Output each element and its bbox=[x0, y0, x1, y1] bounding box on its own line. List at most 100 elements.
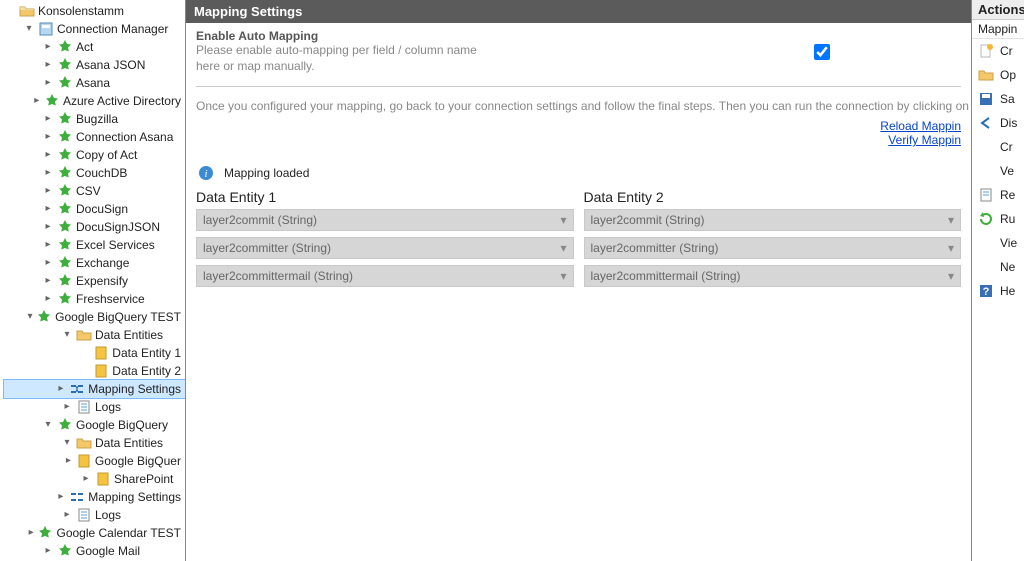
connection-icon bbox=[57, 39, 73, 55]
entity2-title: Data Entity 2 bbox=[584, 189, 962, 205]
action-icon bbox=[978, 235, 994, 251]
action-item[interactable]: Sa bbox=[972, 87, 1024, 111]
action-icon bbox=[978, 211, 994, 227]
svg-text:?: ? bbox=[983, 286, 990, 298]
tree-label: Asana JSON bbox=[76, 58, 145, 72]
tree-item[interactable]: ▸DocuSign bbox=[4, 200, 185, 218]
action-item[interactable]: Op bbox=[972, 63, 1024, 87]
tree-connection-manager[interactable]: ▾ Connection Manager bbox=[4, 20, 185, 38]
expander-right-icon[interactable]: ▸ bbox=[42, 221, 54, 233]
action-item[interactable]: Ne bbox=[972, 255, 1024, 279]
tree-item[interactable]: ▸CSV bbox=[4, 182, 185, 200]
expander-right-icon[interactable]: ▸ bbox=[42, 113, 54, 125]
expander-right-icon[interactable]: ▸ bbox=[42, 257, 54, 269]
connection-icon bbox=[57, 237, 73, 253]
expander-down-icon[interactable]: ▾ bbox=[61, 329, 73, 341]
automap-checkbox[interactable] bbox=[814, 44, 830, 60]
actions-heading[interactable]: Mappin bbox=[972, 20, 1024, 39]
expander-right-icon[interactable]: ▸ bbox=[42, 77, 54, 89]
tree-root[interactable]: Konsolenstamm bbox=[4, 2, 185, 20]
connection-icon bbox=[57, 57, 73, 73]
expander-down-icon[interactable]: ▾ bbox=[27, 311, 33, 323]
mapping-dropdown[interactable]: layer2committermail (String)▾ bbox=[584, 265, 962, 287]
mapping-dropdown[interactable]: layer2committermail (String)▾ bbox=[196, 265, 574, 287]
tree-item-caltest[interactable]: ▸ Google Calendar TEST bbox=[4, 524, 185, 542]
action-item[interactable]: Ru bbox=[972, 207, 1024, 231]
expander-right-icon[interactable]: ▸ bbox=[42, 41, 54, 53]
tree-item[interactable]: ▸Asana bbox=[4, 74, 185, 92]
tree-item-bq-sub2[interactable]: ▸ SharePoint bbox=[4, 470, 185, 488]
expander-down-icon[interactable]: ▾ bbox=[23, 23, 35, 35]
tree-item[interactable]: ▸Copy of Act bbox=[4, 146, 185, 164]
expander-right-icon[interactable]: ▸ bbox=[42, 59, 54, 71]
verify-mapping-link[interactable]: Verify Mappin bbox=[196, 133, 961, 147]
tree-item-bq-sub1[interactable]: ▸ Google BigQuer bbox=[4, 452, 185, 470]
expander-right-icon[interactable]: ▸ bbox=[61, 401, 73, 413]
action-item[interactable]: ? He bbox=[972, 279, 1024, 303]
mapping-dropdown[interactable]: layer2committer (String)▾ bbox=[584, 237, 962, 259]
tree-item[interactable]: ▸Freshservice bbox=[4, 290, 185, 308]
tree-label: CouchDB bbox=[76, 166, 127, 180]
tree-item-entity2[interactable]: Data Entity 2 bbox=[4, 362, 185, 380]
tree-item[interactable]: ▸Act bbox=[4, 38, 185, 56]
expander-right-icon[interactable]: ▸ bbox=[80, 473, 92, 485]
expander-right-icon[interactable]: ▸ bbox=[56, 491, 67, 503]
tree-item[interactable]: ▸Expensify bbox=[4, 272, 185, 290]
tree-item[interactable]: ▸Excel Services bbox=[4, 236, 185, 254]
tree-label: Google BigQuery TEST bbox=[55, 310, 181, 324]
expander-right-icon[interactable]: ▸ bbox=[42, 545, 54, 557]
mapping-dropdown[interactable]: layer2commit (String)▾ bbox=[584, 209, 962, 231]
tree-item-bigquery[interactable]: ▾ Google BigQuery bbox=[4, 416, 185, 434]
mapping-dropdown[interactable]: layer2commit (String)▾ bbox=[196, 209, 574, 231]
tree-item-mapping-settings2[interactable]: ▸ Mapping Settings bbox=[4, 488, 185, 506]
expander-right-icon[interactable]: ▸ bbox=[61, 509, 73, 521]
reload-mapping-link[interactable]: Reload Mappin bbox=[196, 119, 961, 133]
tree-item-logs[interactable]: ▸ Logs bbox=[4, 398, 185, 416]
tree-item[interactable]: ▸DocuSignJSON bbox=[4, 218, 185, 236]
main-pane: Mapping Settings Enable Auto Mapping Ple… bbox=[185, 0, 972, 561]
expander-right-icon[interactable]: ▸ bbox=[28, 527, 35, 539]
action-item[interactable]: Vie bbox=[972, 231, 1024, 255]
expander-right-icon[interactable]: ▸ bbox=[42, 203, 54, 215]
tree-item-dataentities[interactable]: ▾ Data Entities bbox=[4, 326, 185, 344]
expander-right-icon[interactable]: ▸ bbox=[42, 131, 54, 143]
expander-right-icon[interactable]: ▸ bbox=[64, 455, 73, 467]
action-label: He bbox=[1000, 284, 1015, 298]
action-item[interactable]: Re bbox=[972, 183, 1024, 207]
nav-tree: Konsolenstamm ▾ Connection Manager ▸Act▸… bbox=[0, 0, 185, 561]
action-icon bbox=[978, 91, 994, 107]
tree-item-bqtest[interactable]: ▾ Google BigQuery TEST bbox=[4, 308, 185, 326]
tree-item-logs2[interactable]: ▸ Logs bbox=[4, 506, 185, 524]
expander-right-icon[interactable]: ▸ bbox=[42, 185, 54, 197]
action-item[interactable]: Ve bbox=[972, 159, 1024, 183]
action-item[interactable]: Cr bbox=[972, 135, 1024, 159]
chevron-down-icon: ▾ bbox=[560, 241, 566, 255]
tree-item-gmail[interactable]: ▸ Google Mail bbox=[4, 542, 185, 560]
expander-right-icon[interactable]: ▸ bbox=[42, 149, 54, 161]
action-item[interactable]: Dis bbox=[972, 111, 1024, 135]
tree-label: Data Entity 1 bbox=[112, 346, 181, 360]
expander-right-icon[interactable]: ▸ bbox=[33, 95, 41, 107]
expander-down-icon[interactable]: ▾ bbox=[61, 437, 73, 449]
expander-right-icon[interactable]: ▸ bbox=[42, 293, 54, 305]
mapping-dropdown[interactable]: layer2committer (String)▾ bbox=[196, 237, 574, 259]
connection-icon bbox=[57, 255, 73, 271]
tree-item[interactable]: ▸ Asana JSON bbox=[4, 56, 185, 74]
tree-item[interactable]: ▸Bugzilla bbox=[4, 110, 185, 128]
entity1-title: Data Entity 1 bbox=[196, 189, 574, 205]
action-icon bbox=[978, 43, 994, 59]
tree-item[interactable]: ▸Azure Active Directory bbox=[4, 92, 185, 110]
tree-item[interactable]: ▸Exchange bbox=[4, 254, 185, 272]
expander-right-icon[interactable]: ▸ bbox=[42, 167, 54, 179]
tree-item-mapping-settings[interactable]: ▸ Mapping Settings bbox=[4, 380, 185, 398]
expander-right-icon[interactable]: ▸ bbox=[42, 239, 54, 251]
tree-item-entity1[interactable]: Data Entity 1 bbox=[4, 344, 185, 362]
expander-right-icon[interactable]: ▸ bbox=[42, 275, 54, 287]
expander-right-icon[interactable]: ▸ bbox=[56, 383, 67, 395]
connection-icon bbox=[36, 309, 52, 325]
tree-item[interactable]: ▸Connection Asana bbox=[4, 128, 185, 146]
expander-down-icon[interactable]: ▾ bbox=[42, 419, 54, 431]
tree-item-dataentities2[interactable]: ▾ Data Entities bbox=[4, 434, 185, 452]
tree-item[interactable]: ▸ CouchDB bbox=[4, 164, 185, 182]
action-item[interactable]: Cr bbox=[972, 39, 1024, 63]
